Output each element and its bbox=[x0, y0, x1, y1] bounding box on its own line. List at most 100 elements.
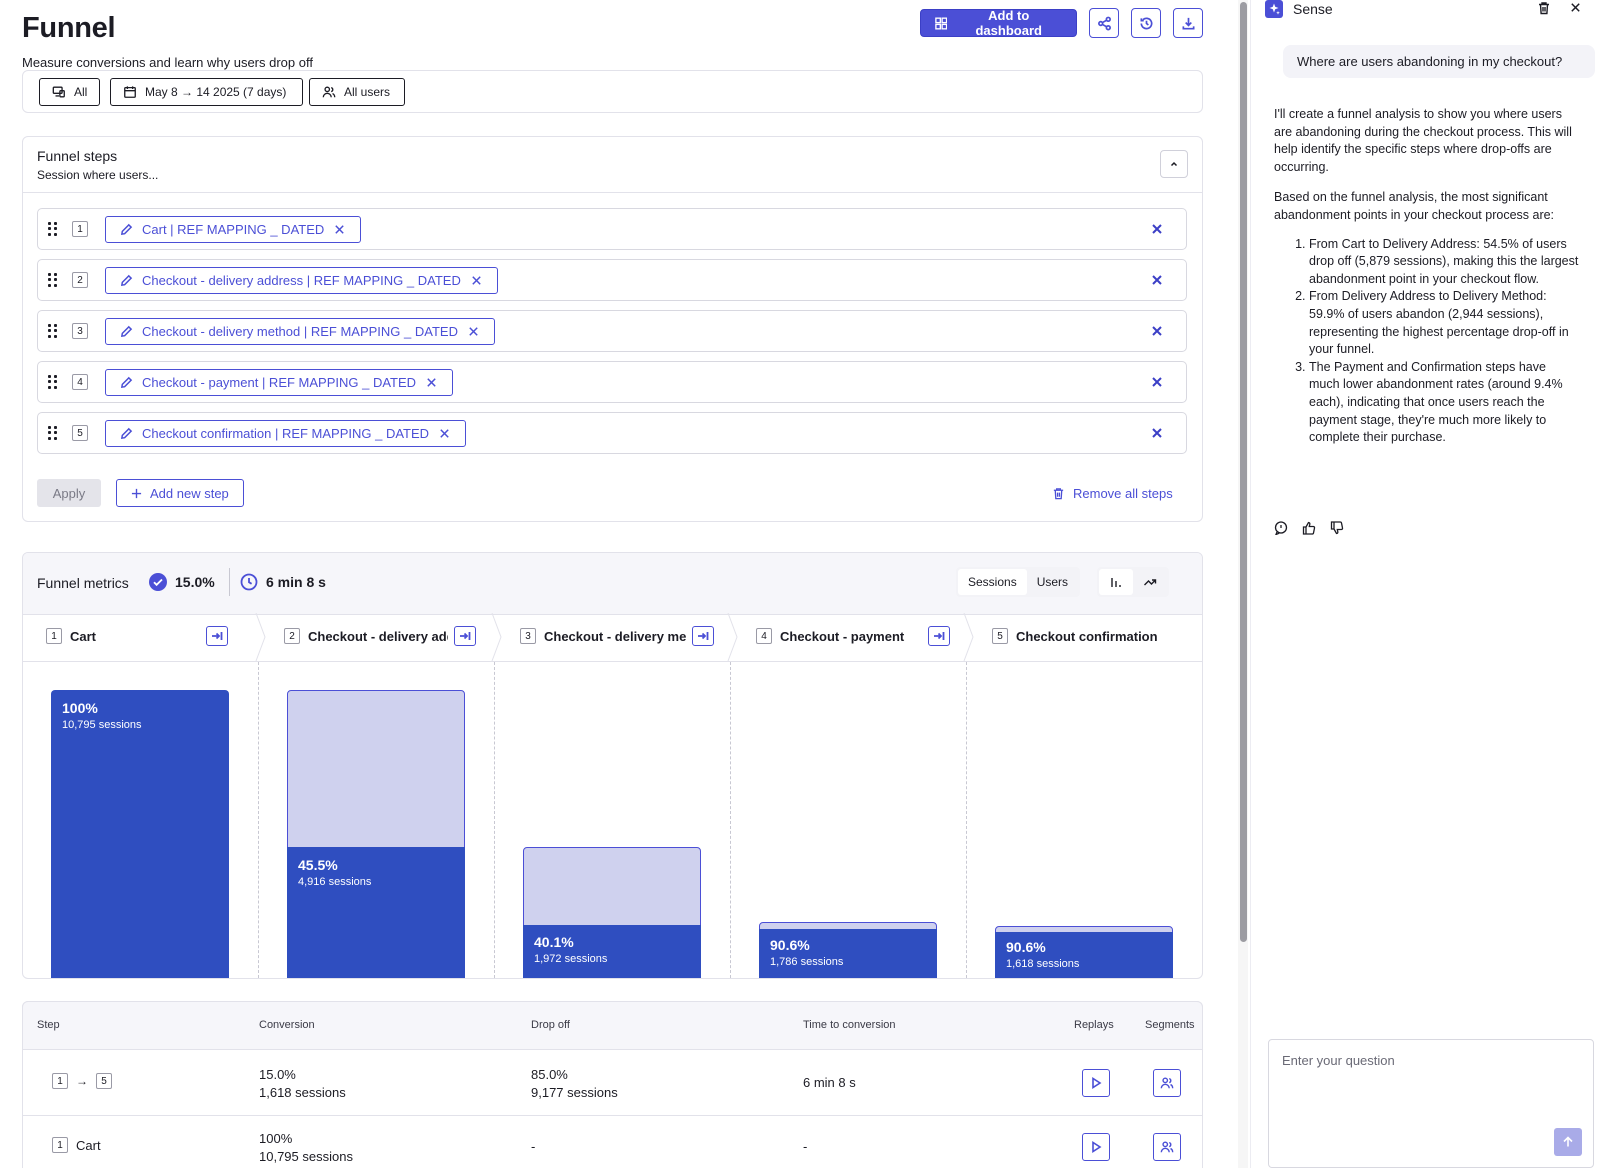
time-cell: 6 min 8 s bbox=[803, 1075, 856, 1090]
column-label: Checkout - delivery address bbox=[308, 628, 448, 644]
expand-step-button[interactable] bbox=[454, 626, 476, 646]
bar-chart-toggle[interactable] bbox=[1099, 569, 1133, 595]
expand-step-button[interactable] bbox=[928, 626, 950, 646]
bar-percent: 100% bbox=[62, 700, 98, 716]
drag-handle-icon[interactable] bbox=[48, 375, 58, 389]
time-cell: - bbox=[803, 1139, 808, 1154]
assistant-point: From Cart to Delivery Address: 54.5% of … bbox=[1309, 236, 1579, 289]
arrow-up-icon bbox=[1563, 1136, 1573, 1147]
funnel-bar-1[interactable]: 100% 10,795 sessions bbox=[51, 690, 229, 978]
funnel-bar-3[interactable]: 40.1% 1,972 sessions bbox=[523, 925, 701, 978]
funnel-steps-title: Funnel steps bbox=[37, 148, 118, 164]
download-button[interactable] bbox=[1173, 8, 1203, 38]
question-input-placeholder: Enter your question bbox=[1282, 1053, 1395, 1068]
th-step: Step bbox=[37, 1019, 60, 1031]
play-icon bbox=[1092, 1077, 1102, 1089]
sparkle-icon bbox=[1265, 0, 1283, 18]
add-to-dashboard-button[interactable]: Add to dashboard bbox=[920, 8, 1077, 38]
date-range-filter[interactable]: May 8 → 14 2025 (7 days) bbox=[110, 78, 303, 106]
close-icon[interactable] bbox=[333, 223, 346, 236]
conversion-cell: 15.0% 1,618 sessions bbox=[259, 1066, 346, 1102]
sessions-users-toggle: Sessions Users bbox=[956, 567, 1081, 597]
close-sidebar-button[interactable] bbox=[1569, 1, 1582, 17]
column-header-2: 2 Checkout - delivery address bbox=[284, 611, 480, 661]
clear-chat-button[interactable] bbox=[1537, 1, 1551, 18]
funnel-bar-4[interactable]: 90.6% 1,786 sessions bbox=[759, 929, 937, 978]
audience-filter[interactable]: All users bbox=[309, 78, 405, 106]
remove-step-button[interactable] bbox=[1150, 375, 1164, 389]
history-icon bbox=[1140, 16, 1152, 29]
main-scrollbar-thumb[interactable] bbox=[1240, 2, 1247, 942]
remove-step-button[interactable] bbox=[1150, 222, 1164, 236]
step-number: 1 bbox=[72, 221, 88, 237]
column-label: Checkout confirmation bbox=[1016, 628, 1158, 644]
funnel-step-row-2: 2 Checkout - delivery address | REF MAPP… bbox=[37, 259, 1187, 301]
th-segments: Segments bbox=[1145, 1019, 1195, 1031]
assistant-point: From Delivery Address to Delivery Method… bbox=[1309, 288, 1579, 358]
step-chip-label: Cart | REF MAPPING _ DATED bbox=[142, 222, 325, 237]
step-chip[interactable]: Checkout - delivery address | REF MAPPIN… bbox=[105, 267, 498, 294]
divider bbox=[22, 661, 1203, 662]
remove-all-steps-button[interactable]: Remove all steps bbox=[1052, 486, 1173, 501]
date-range-label: May 8 → 14 2025 (7 days) bbox=[145, 85, 287, 99]
divider bbox=[229, 568, 230, 596]
thumbs-down-icon[interactable] bbox=[1330, 521, 1344, 535]
bar-sessions: 10,795 sessions bbox=[62, 719, 142, 731]
funnel-step-row-3: 3 Checkout - delivery method | REF MAPPI… bbox=[37, 310, 1187, 352]
column-label: Checkout - payment bbox=[780, 628, 905, 644]
close-icon[interactable] bbox=[470, 274, 483, 287]
conversion-sessions: 10,795 sessions bbox=[259, 1149, 353, 1164]
pencil-icon bbox=[120, 325, 133, 338]
time-metric: 6 min 8 s bbox=[240, 573, 326, 591]
column-header-4: 4 Checkout - payment bbox=[756, 611, 952, 661]
audience-filter-label: All users bbox=[344, 85, 391, 99]
bar-sessions: 4,916 sessions bbox=[298, 876, 372, 888]
funnel-bar-2[interactable]: 45.5% 4,916 sessions bbox=[287, 847, 465, 978]
history-button[interactable] bbox=[1131, 8, 1161, 38]
drag-handle-icon[interactable] bbox=[48, 222, 58, 236]
expand-step-button[interactable] bbox=[206, 626, 228, 646]
remove-step-button[interactable] bbox=[1150, 324, 1164, 338]
conversion-sessions: 1,618 sessions bbox=[259, 1085, 346, 1100]
apply-button[interactable]: Apply bbox=[37, 479, 101, 507]
share-button[interactable] bbox=[1089, 8, 1119, 38]
step-chip[interactable]: Checkout confirmation | REF MAPPING _ DA… bbox=[105, 420, 467, 447]
step-chip[interactable]: Cart | REF MAPPING _ DATED bbox=[105, 216, 362, 243]
step-chip[interactable]: Checkout - payment | REF MAPPING _ DATED bbox=[105, 369, 454, 396]
step-to: 5 bbox=[96, 1073, 112, 1089]
segment-button[interactable] bbox=[1153, 1133, 1181, 1161]
comment-icon[interactable] bbox=[1274, 521, 1288, 535]
close-icon[interactable] bbox=[467, 325, 480, 338]
trend-chart-toggle[interactable] bbox=[1133, 569, 1167, 595]
funnel-bar-5[interactable]: 90.6% 1,618 sessions bbox=[995, 932, 1173, 978]
remove-step-button[interactable] bbox=[1150, 426, 1164, 440]
question-input-box[interactable]: Enter your question bbox=[1268, 1039, 1594, 1168]
sessions-toggle[interactable]: Sessions bbox=[958, 569, 1027, 595]
replay-button[interactable] bbox=[1082, 1069, 1110, 1097]
bar-sessions: 1,786 sessions bbox=[770, 956, 844, 968]
replay-button[interactable] bbox=[1082, 1133, 1110, 1161]
plus-icon bbox=[131, 488, 142, 498]
drag-handle-icon[interactable] bbox=[48, 324, 58, 338]
drag-handle-icon[interactable] bbox=[48, 426, 58, 440]
segment-button[interactable] bbox=[1153, 1069, 1181, 1097]
column-number: 4 bbox=[756, 628, 772, 644]
close-icon[interactable] bbox=[425, 376, 438, 389]
close-icon[interactable] bbox=[438, 427, 451, 440]
add-new-step-button[interactable]: Add new step bbox=[116, 479, 244, 507]
step-chip[interactable]: Checkout - delivery method | REF MAPPING… bbox=[105, 318, 495, 345]
send-button[interactable] bbox=[1554, 1128, 1582, 1156]
users-toggle[interactable]: Users bbox=[1027, 569, 1078, 595]
remove-step-button[interactable] bbox=[1150, 273, 1164, 287]
device-filter[interactable]: All bbox=[39, 78, 101, 106]
expand-step-button[interactable] bbox=[692, 626, 714, 646]
collapse-button[interactable] bbox=[1160, 150, 1188, 178]
column-separator bbox=[258, 662, 259, 978]
funnel-step-row-1: 1 Cart | REF MAPPING _ DATED bbox=[37, 208, 1187, 250]
divider bbox=[22, 1115, 1203, 1116]
close-icon bbox=[1152, 326, 1162, 336]
device-filter-label: All bbox=[74, 85, 88, 99]
column-header-3: 3 Checkout - delivery method bbox=[520, 611, 716, 661]
thumbs-up-icon[interactable] bbox=[1302, 521, 1316, 535]
drag-handle-icon[interactable] bbox=[48, 273, 58, 287]
